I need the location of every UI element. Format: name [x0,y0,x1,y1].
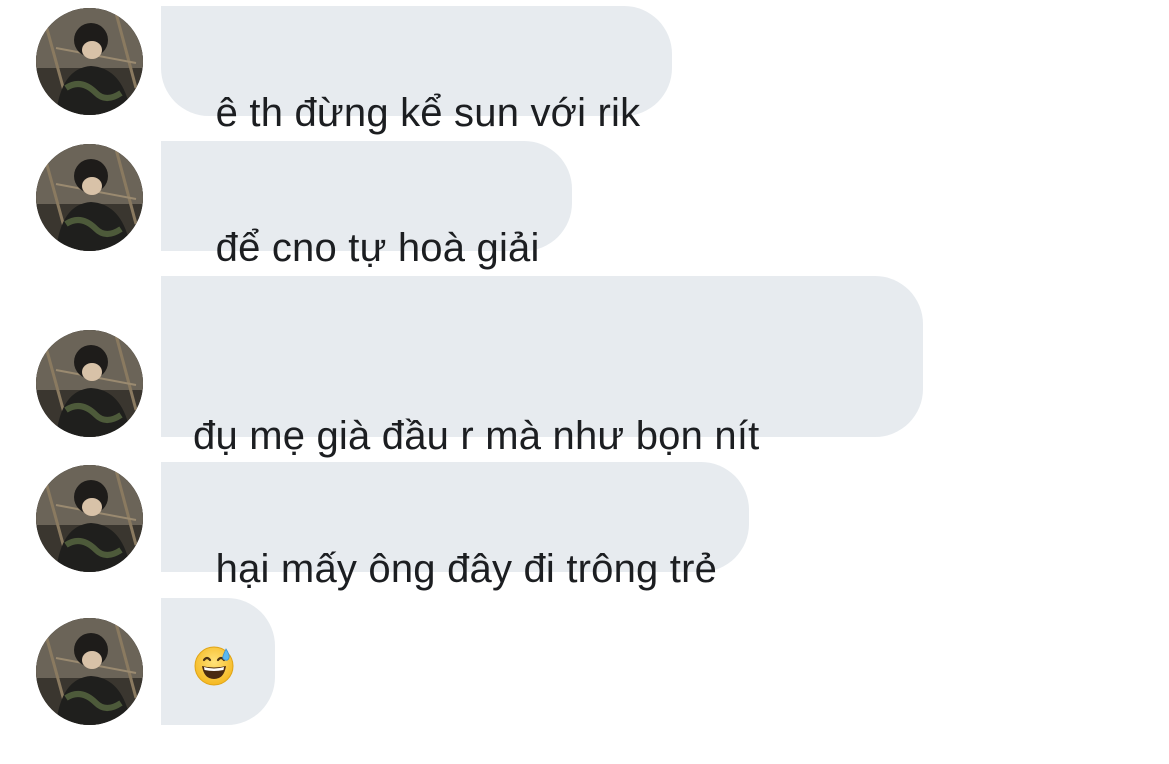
avatar-photo [36,330,143,437]
message-text: để cno tự hoà giải [215,226,540,270]
grinning-face-with-sweat-icon [194,646,234,686]
message-bubble[interactable]: để cno tự hoà giải [161,141,572,270]
avatar-photo [36,618,143,725]
avatar[interactable] [36,330,143,437]
message-bubble[interactable] [161,598,275,725]
avatar[interactable] [36,465,143,572]
message-bubble[interactable]: ê th đừng kể sun với rik [161,6,673,135]
message-text: hại mấy ông đây đi trông trẻ [215,547,718,591]
avatar[interactable] [36,618,143,725]
avatar-photo [36,465,143,572]
avatar[interactable] [36,8,143,115]
message-bubble[interactable]: đụ mẹ già đầu r mà như bọn nít ranh [161,276,923,510]
avatar[interactable] [36,144,143,251]
avatar-photo [36,8,143,115]
message-text: ê th đừng kể sun với rik [215,91,641,135]
message-bubble[interactable]: hại mấy ông đây đi trông trẻ [161,462,750,591]
avatar-photo [36,144,143,251]
